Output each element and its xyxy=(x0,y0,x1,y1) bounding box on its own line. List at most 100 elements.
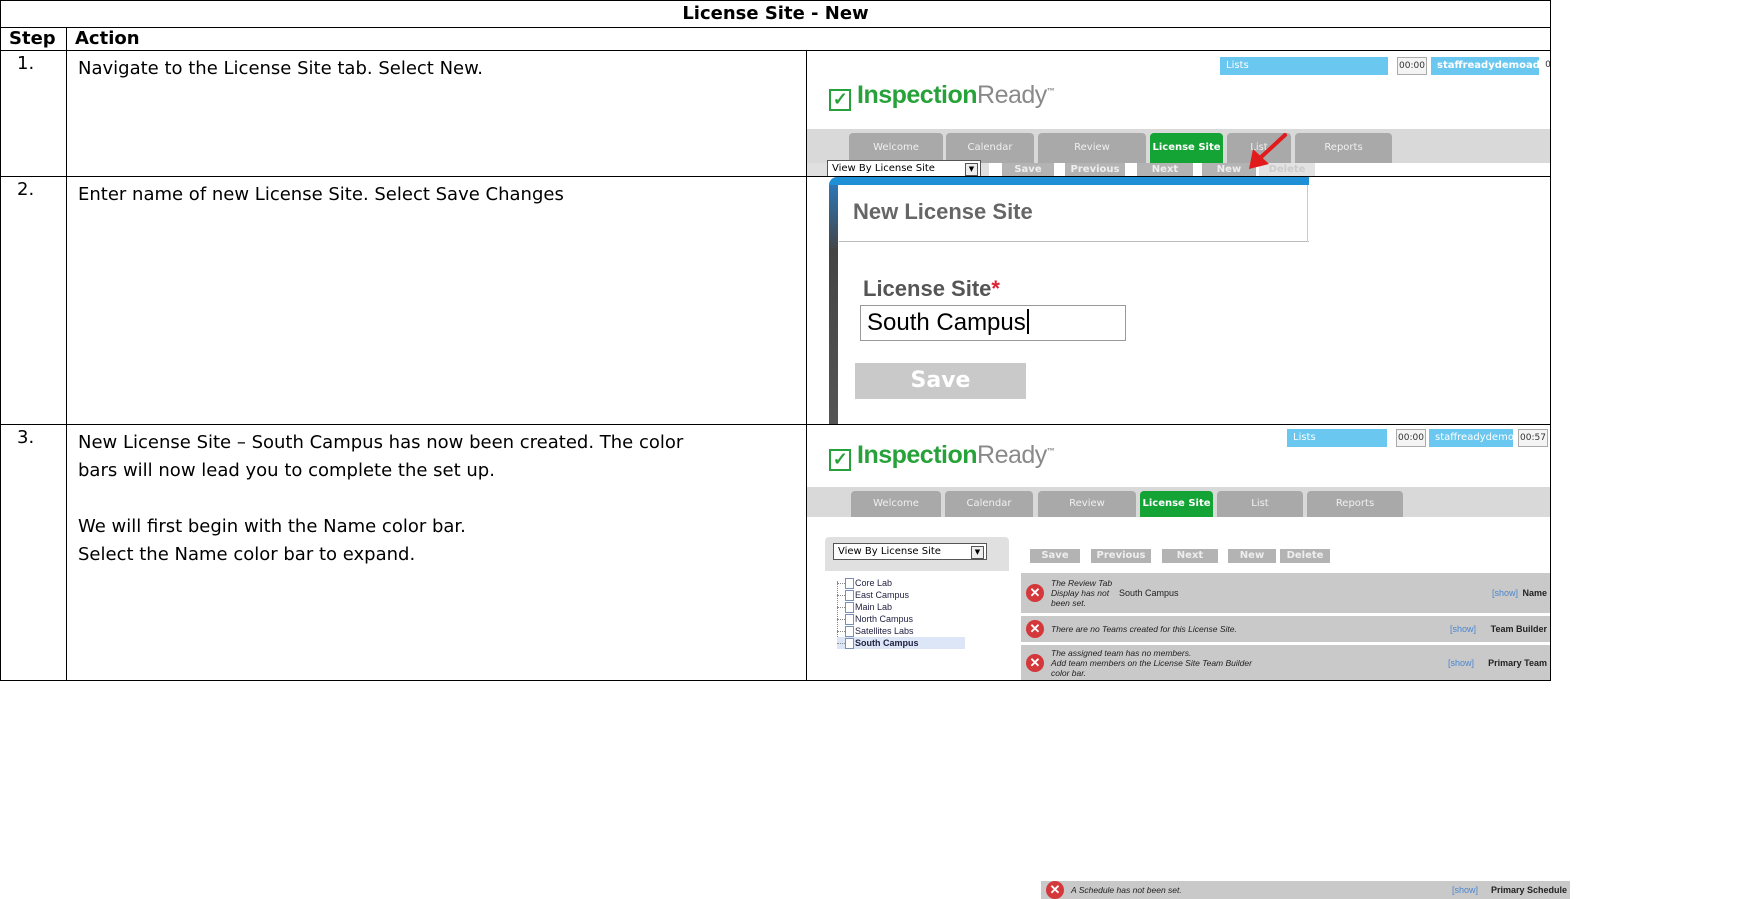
error-x-icon: ✕ xyxy=(1026,584,1044,602)
tree-item-label: East Campus xyxy=(855,590,910,600)
dialog-frame-top xyxy=(829,177,1309,185)
tab-license-site[interactable]: License Site xyxy=(1150,133,1223,163)
error-x-icon: ✕ xyxy=(1026,654,1044,672)
tab-list[interactable]: List xyxy=(1217,491,1303,517)
step-text-line: bars will now lead you to complete the s… xyxy=(78,460,495,481)
logo-text-main: Inspection xyxy=(857,81,978,109)
save-changes-button[interactable]: Save Changes xyxy=(855,363,1026,424)
dialog-heading: New License Site xyxy=(853,199,1033,224)
view-select-value: View By License Site xyxy=(832,163,935,174)
step-text-line: Select the Name color bar to expand. xyxy=(78,544,416,565)
tree-item[interactable]: North Campus xyxy=(837,613,957,625)
inspectionready-logo: ✓ InspectionReady™ xyxy=(829,81,1055,111)
required-mark: * xyxy=(991,276,1000,301)
lists-button[interactable]: Lists xyxy=(1220,57,1388,75)
step-text-line: Navigate to the License Site tab. Select… xyxy=(78,58,483,79)
new-button[interactable]: New xyxy=(1228,549,1276,563)
color-bar-primary-team[interactable]: ✕ The assigned team has no members. Add … xyxy=(1021,645,1550,680)
document-icon xyxy=(845,590,854,601)
color-bar-name[interactable]: ✕ The Review Tab Display has not been se… xyxy=(1021,573,1550,615)
tab-welcome[interactable]: Welcome xyxy=(851,491,941,517)
main-tab-bar: Welcome Calendar Review License Site Lis… xyxy=(807,487,1550,517)
logo-text-ready: Ready xyxy=(977,81,1047,109)
red-arrow-icon xyxy=(1249,133,1287,169)
previous-button[interactable]: Previous xyxy=(1091,549,1151,563)
tab-reports[interactable]: Reports xyxy=(1295,133,1392,163)
tree-item[interactable]: Core Lab xyxy=(837,577,957,589)
logo-text-ready: Ready xyxy=(977,441,1047,469)
step-text: Enter name of new License Site. Select S… xyxy=(66,176,807,425)
color-bar-primary-schedule[interactable]: ✕ A Schedule has not been set. [show] Pr… xyxy=(1041,881,1570,899)
step-1-screenshot: ✓ InspectionReady™ Lists 00:00 staffready… xyxy=(806,50,1551,177)
error-x-icon: ✕ xyxy=(1026,620,1044,638)
chevron-down-icon: ▼ xyxy=(965,163,978,176)
step-number: 2. xyxy=(0,176,67,425)
checkbox-logo-icon: ✓ xyxy=(829,89,851,111)
save-button[interactable]: Save xyxy=(1030,549,1080,563)
document-icon xyxy=(845,614,854,625)
bar-title: Name xyxy=(1522,588,1547,598)
tree-item-selected[interactable]: South Campus xyxy=(837,637,965,649)
document-title: License Site - New xyxy=(0,0,1551,28)
document-icon xyxy=(845,602,854,613)
bar-message-line: Display has not xyxy=(1051,588,1110,598)
action-header: Action xyxy=(66,27,1551,51)
tab-review[interactable]: Review xyxy=(1038,491,1136,517)
next-button[interactable]: Next xyxy=(1137,163,1193,176)
counter: 0 xyxy=(1543,57,1550,73)
delete-button[interactable]: Delete xyxy=(1280,549,1330,563)
save-button[interactable]: Save xyxy=(1002,163,1054,176)
color-bar-team-builder[interactable]: ✕ There are no Teams created for this Li… xyxy=(1021,616,1550,644)
view-select[interactable]: View By License Site ▼ xyxy=(833,543,987,560)
input-value: South Campus xyxy=(867,309,1026,336)
step-number: 3. xyxy=(0,424,67,681)
tree-item[interactable]: Main Lab xyxy=(837,601,957,613)
tree-item[interactable]: Satellites Labs xyxy=(837,625,957,637)
bar-title: Primary Schedule xyxy=(1490,885,1567,895)
step-number: 1. xyxy=(0,50,67,177)
show-link[interactable]: [show] xyxy=(1450,624,1476,634)
bar-message-line: There are no Teams created for this Lice… xyxy=(1051,624,1237,634)
document-icon xyxy=(845,578,854,589)
bar-message-line: been set. xyxy=(1051,598,1086,608)
timer: 00:00 xyxy=(1397,57,1427,75)
tab-reports[interactable]: Reports xyxy=(1307,491,1403,517)
inspectionready-logo: ✓ InspectionReady™ xyxy=(829,441,1055,471)
step-text-line: Enter name of new License Site. Select S… xyxy=(78,184,564,205)
bar-message: A Schedule has not been set. xyxy=(1071,885,1182,895)
tab-review[interactable]: Review xyxy=(1038,133,1146,163)
bar-message-line: The assigned team has no members. xyxy=(1051,648,1192,658)
step-text-line: New License Site – South Campus has now … xyxy=(78,432,684,453)
user-button[interactable]: staffreadydemoad xyxy=(1431,57,1540,75)
tab-calendar[interactable]: Calendar xyxy=(946,133,1034,163)
field-label-text: License Site xyxy=(863,276,992,301)
tree-item-label: Core Lab xyxy=(855,578,893,588)
divider xyxy=(839,241,1309,242)
show-link[interactable]: [show] xyxy=(1452,885,1478,895)
tab-welcome[interactable]: Welcome xyxy=(849,133,943,163)
bar-message-line: The Review Tab xyxy=(1051,578,1113,588)
bar-message: The assigned team has no members. Add te… xyxy=(1051,648,1252,678)
step-header: Step xyxy=(0,27,67,51)
session-timer: 00:57 xyxy=(1518,429,1548,447)
user-button[interactable]: staffreadydemoad xyxy=(1429,429,1526,447)
bar-title: Primary Team xyxy=(1488,658,1547,668)
license-site-input[interactable]: South Campus xyxy=(860,305,1126,341)
lists-button[interactable]: Lists xyxy=(1287,429,1387,447)
show-link[interactable]: [show] xyxy=(1448,658,1474,668)
tab-license-site[interactable]: License Site xyxy=(1140,491,1213,517)
logo-text-main: Inspection xyxy=(857,441,978,469)
dialog-frame xyxy=(829,177,838,424)
document-icon xyxy=(845,638,854,649)
bar-site-value: South Campus xyxy=(1119,588,1179,598)
next-button[interactable]: Next xyxy=(1162,549,1218,563)
view-select[interactable]: View By License Site ▼ xyxy=(827,160,981,176)
tab-calendar[interactable]: Calendar xyxy=(945,491,1033,517)
license-site-tree: Core Lab East Campus Main Lab North Camp… xyxy=(837,577,965,649)
tree-item[interactable]: East Campus xyxy=(837,589,957,601)
previous-button[interactable]: Previous xyxy=(1065,163,1125,176)
bar-message-line: A Schedule has not been set. xyxy=(1071,885,1182,895)
bar-title: Team Builder xyxy=(1490,624,1547,634)
show-link[interactable]: [show] xyxy=(1492,588,1518,598)
